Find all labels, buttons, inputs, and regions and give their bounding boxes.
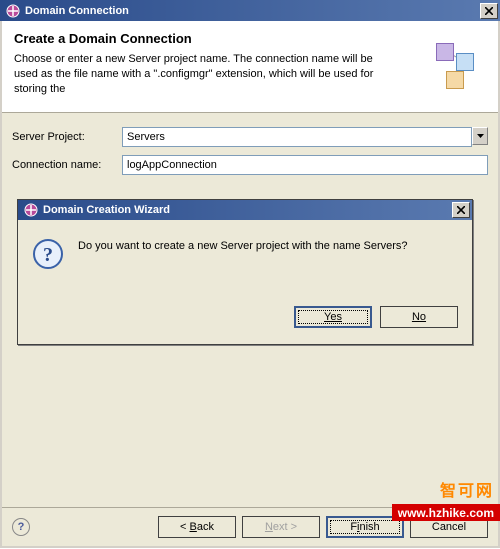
- watermark-text-url: www.hzhike.com: [392, 504, 500, 521]
- question-icon: ?: [32, 238, 64, 270]
- server-project-combo[interactable]: Servers: [122, 127, 472, 147]
- creation-wizard-dialog: Domain Creation Wizard ? Do you want to …: [17, 199, 473, 345]
- page-title: Create a Domain Connection: [14, 31, 486, 46]
- back-button[interactable]: < Back: [158, 516, 236, 538]
- dialog-close-button[interactable]: [452, 202, 470, 218]
- window-close-button[interactable]: [480, 3, 498, 19]
- dialog-message: Do you want to create a new Server proje…: [78, 238, 408, 252]
- window-titlebar: Domain Connection: [0, 0, 500, 21]
- next-button: Next >: [242, 516, 320, 538]
- watermark-text-cn: 智可网: [440, 477, 494, 501]
- dialog-title: Domain Creation Wizard: [43, 204, 452, 216]
- dialog-body: ? Do you want to create a new Server pro…: [18, 220, 472, 344]
- wizard-header: Create a Domain Connection Choose or ent…: [2, 21, 498, 113]
- dialog-icon: [24, 203, 38, 217]
- server-project-row: Server Project: Servers: [12, 127, 488, 147]
- connection-name-label: Connection name:: [12, 159, 122, 171]
- help-button[interactable]: ?: [12, 518, 30, 536]
- dialog-button-row: Yes No: [32, 306, 458, 328]
- connection-name-input[interactable]: logAppConnection: [122, 155, 488, 175]
- window-title: Domain Connection: [25, 5, 480, 17]
- form-area: Server Project: Servers Connection name:…: [2, 113, 498, 507]
- dialog-titlebar: Domain Creation Wizard: [18, 200, 472, 220]
- server-project-label: Server Project:: [12, 131, 122, 143]
- connection-name-value: logAppConnection: [127, 159, 217, 171]
- svg-text:?: ?: [43, 244, 53, 266]
- message-row: ? Do you want to create a new Server pro…: [32, 238, 458, 270]
- main-area: Create a Domain Connection Choose or ent…: [0, 21, 500, 548]
- server-project-dropdown-button[interactable]: [472, 127, 488, 145]
- yes-button[interactable]: Yes: [294, 306, 372, 328]
- page-description: Choose or enter a new Server project nam…: [14, 52, 394, 97]
- app-icon: [6, 4, 20, 18]
- connection-name-row: Connection name: logAppConnection: [12, 155, 488, 175]
- server-project-value: Servers: [127, 131, 165, 143]
- no-button[interactable]: No: [380, 306, 458, 328]
- header-graphic-icon: [430, 43, 484, 97]
